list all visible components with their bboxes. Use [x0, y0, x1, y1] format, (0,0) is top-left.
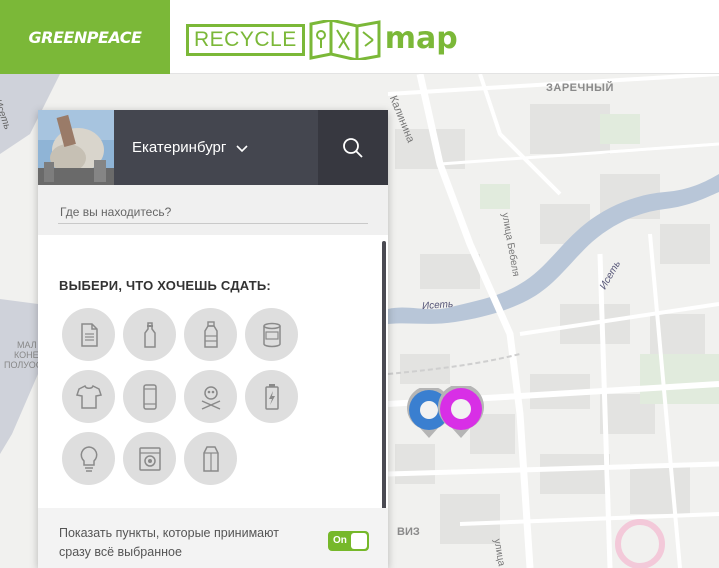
recycle-pin-magenta[interactable] [437, 383, 485, 445]
map-label-left-3: ПОЛУОС [4, 360, 43, 370]
location-input[interactable] [58, 205, 368, 224]
toggle-knob [351, 533, 367, 549]
greenpeace-logo[interactable]: GREENPEACE [0, 0, 170, 74]
tin-can-icon [262, 322, 281, 347]
recycle-map-logo[interactable]: RECYCLE map [186, 20, 458, 60]
category-hazardous[interactable] [184, 370, 237, 423]
folded-map-icon [309, 20, 381, 60]
plastic-bottle-icon [203, 320, 218, 348]
chevron-down-icon [236, 144, 248, 152]
search-button[interactable] [318, 110, 388, 185]
category-paper[interactable] [62, 308, 115, 361]
category-plastic[interactable] [184, 308, 237, 361]
appliance-icon [138, 446, 161, 471]
map-label-left-2: КОНЕ [14, 350, 39, 360]
map-label-left-1: МАЛ [17, 340, 37, 350]
site-header: GREENPEACE RECYCLE map [0, 0, 719, 74]
category-appliances[interactable] [123, 432, 176, 485]
clothes-icon [75, 384, 102, 409]
tetrapak-icon [202, 445, 219, 472]
map-label-viz: ВИЗ [397, 526, 420, 538]
location-section [38, 185, 388, 235]
category-tetrapak[interactable] [184, 432, 237, 485]
hazardous-icon [201, 385, 220, 410]
map-label-zarechny: ЗАРЕЧНЫЙ [546, 82, 614, 94]
category-glass[interactable] [123, 308, 176, 361]
category-lamps[interactable] [62, 432, 115, 485]
glass-bottle-icon [143, 321, 156, 348]
toggle-description: Показать пункты, которые принимают сразу… [59, 526, 279, 559]
all-selected-toggle-row: Показать пункты, которые принимают сразу… [38, 508, 388, 568]
filter-panel: Екатеринбург ВЫБЕРИ, ЧТО ХОЧЕШЬ СДАТЬ: [38, 110, 388, 568]
city-name: Екатеринбург [132, 139, 227, 156]
choose-title: ВЫБЕРИ, ЧТО ХОЧЕШЬ СДАТЬ: [59, 278, 271, 293]
category-grid [62, 308, 362, 494]
category-batteries[interactable] [245, 370, 298, 423]
city-photo [38, 110, 114, 185]
panel-top-bar: Екатеринбург [38, 110, 388, 185]
map-word: map [384, 20, 458, 56]
lightbulb-icon [80, 445, 97, 472]
city-select[interactable]: Екатеринбург [114, 110, 318, 185]
greenpeace-logo-text: GREENPEACE [28, 27, 142, 47]
toggle-on-label: On [333, 535, 347, 546]
search-icon [343, 137, 363, 158]
battery-icon [264, 383, 279, 410]
map-label-iset-mid: Исеть [421, 298, 454, 313]
recycle-word: RECYCLE [186, 24, 305, 56]
category-clothes[interactable] [62, 370, 115, 423]
all-selected-toggle[interactable]: On [328, 531, 369, 551]
phone-icon [142, 383, 157, 410]
category-metal[interactable] [245, 308, 298, 361]
paper-icon [80, 322, 98, 347]
category-electronics[interactable] [123, 370, 176, 423]
